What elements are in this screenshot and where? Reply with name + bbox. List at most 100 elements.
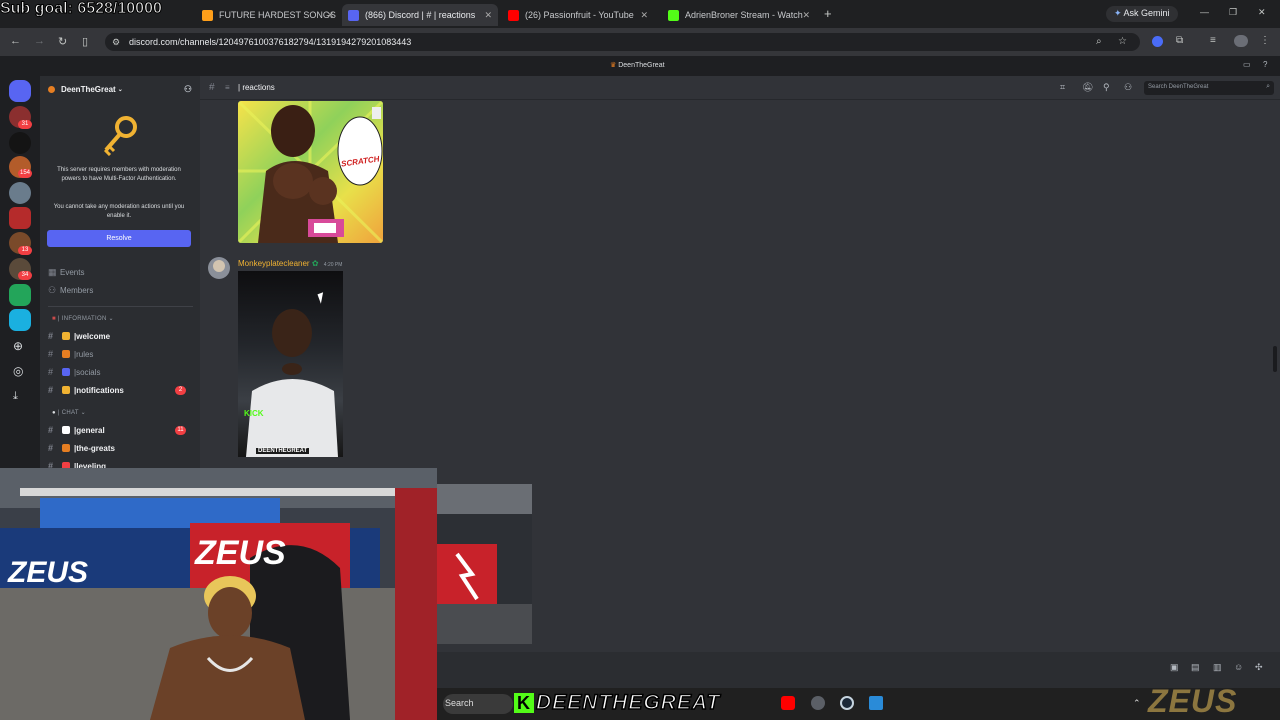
close-icon[interactable]: ✕ [802,10,810,21]
close-icon[interactable]: ✕ [484,10,492,21]
gif-icon[interactable]: ▤ [1191,662,1200,673]
site-info-icon[interactable]: ⚙ [112,37,120,48]
discover-icon[interactable]: ◎ [13,364,23,378]
webcam-scene [0,468,437,720]
profile-avatar[interactable] [1234,35,1248,47]
server-icon[interactable] [9,309,31,331]
chevron-down-icon: ⌄ [117,86,123,93]
app-taskbar-icon[interactable] [811,696,825,710]
channel-emoji-icon [62,350,70,358]
tab-future-hardest-songs[interactable]: FUTURE HARDEST SONGS ✕ [196,4,340,26]
add-server-icon[interactable]: ⊕ [13,339,23,353]
server-list: 31 154 13 34 ⊕ ◎ ⤓ [0,76,40,476]
sidebar-item-events[interactable]: ▦ Events [48,267,196,278]
sticker-icon[interactable]: ▥ [1213,662,1222,673]
sidebar-icon[interactable]: ▯ [82,35,88,48]
discord-title-bar: ♛ DeenTheGreat ▭ ? [0,56,1280,76]
apps-icon[interactable]: ✣ [1255,662,1263,673]
gift-icon[interactable]: ▣ [1170,662,1179,673]
tab-label: (26) Passionfruit - YouTube [525,10,634,20]
channel-the-greats[interactable]: # | the-greats [48,443,196,453]
unread-badge: 2 [175,385,186,395]
zeus-watermark: ZEUS [1148,683,1238,719]
search-input[interactable]: Search DeenTheGreat ⌕ [1144,81,1274,95]
channel-socials[interactable]: # | socials [48,367,196,377]
message-author[interactable]: Monkeyplatecleaner ✿ 4:20 PM [238,259,342,268]
webcam-side-scene [437,484,532,644]
media-controls-icon[interactable]: ≡ [1210,35,1216,46]
mute-bell-icon[interactable]: 🔕︎ [1082,82,1093,93]
mfa-subnotice: You cannot take any moderation actions u… [53,204,185,219]
emoji-icon[interactable]: ☺ [1234,662,1243,672]
reload-icon[interactable]: ↻ [58,35,67,48]
url-text[interactable]: discord.com/channels/1204976100376182794… [129,37,411,47]
tab-discord-reactions[interactable]: (866) Discord | # | reactions ✕ [342,4,498,26]
maximize-button[interactable]: ❐ [1229,7,1237,18]
avatar[interactable] [208,257,230,279]
scrollbar-thumb[interactable] [1273,346,1277,372]
divider [48,306,193,307]
help-icon[interactable]: ? [1263,60,1267,69]
browser-tab-bar: FUTURE HARDEST SONGS ✕ (866) Discord | #… [0,0,1280,28]
calendar-icon: ▦ [48,267,57,277]
threads-button-icon[interactable]: ⌗ [1060,82,1065,93]
new-tab-button[interactable]: + [824,6,832,21]
comic-image-attachment[interactable]: SCRATCH [238,101,383,243]
member-list-icon[interactable]: ⚇ [1124,82,1132,93]
pin-icon[interactable]: ⚲ [1103,82,1110,93]
server-icon[interactable] [9,182,31,204]
sidebar-item-members[interactable]: ⚇ Members [48,285,196,296]
tab-adrienbroner-stream[interactable]: AdrienBroner Stream - Watch ✕ [662,4,816,26]
zoom-icon[interactable]: ⌕ [1096,36,1102,47]
kebab-menu-icon[interactable]: ⋮ [1260,35,1270,46]
category-chat[interactable]: ● | CHAT ⌄ [52,409,86,416]
channel-notifications[interactable]: # | notifications 2 [48,385,196,395]
tab-passionfruit-youtube[interactable]: (26) Passionfruit - YouTube ✕ [502,4,654,26]
server-header[interactable]: DeenTheGreat ⌄ ⚇ [48,82,196,96]
youtube-taskbar-icon[interactable] [781,696,795,710]
forward-icon[interactable]: → [34,35,45,47]
server-icon[interactable] [9,207,31,229]
hash-icon: # [48,443,54,453]
add-member-icon[interactable]: ⚇ [184,84,192,95]
ask-gemini-button[interactable]: ✦ Ask Gemini [1106,6,1178,22]
photos-taskbar-icon[interactable] [869,696,883,710]
server-icon[interactable] [9,284,31,306]
mention-badge: 34 [18,271,32,280]
channel-rules[interactable]: # | rules [48,349,196,359]
extensions-puzzle-icon[interactable]: ⧉ [1176,35,1183,46]
mention-badge: 154 [18,169,32,178]
mention-badge: 31 [18,120,32,129]
hash-icon: # [48,331,54,341]
kick-logo: KICK [244,409,264,418]
close-icon[interactable]: ✕ [640,10,648,21]
home-icon[interactable] [9,80,31,102]
hash-icon: # [209,82,215,93]
close-icon[interactable]: ✕ [326,10,334,21]
channel-general[interactable]: # | general 11 [48,425,196,435]
zeus-banner-text: ZEUS [195,534,286,572]
video-attachment[interactable]: KICK DEENTHEGREAT [238,271,343,457]
minimize-button[interactable]: — [1200,7,1209,17]
tab-favicon [668,9,679,21]
server-dot-icon [48,85,55,93]
chevron-up-icon[interactable]: ⌃ [1133,698,1141,709]
tab-favicon [348,9,359,21]
server-icon[interactable] [9,132,31,154]
steam-taskbar-icon[interactable] [840,696,854,710]
category-information[interactable]: ■ | INFORMATION ⌄ [52,315,114,322]
hash-icon: # [48,385,54,395]
download-icon[interactable]: ⤓ [13,390,18,403]
back-icon[interactable]: ← [10,35,21,47]
streamer-brand-overlay: K DEENTHEGREAT [514,690,766,716]
channel-welcome[interactable]: # | welcome [48,331,196,341]
taskbar-search-input[interactable]: Search [443,694,513,714]
role-icon: ✿ [311,259,319,268]
bookmark-star-icon[interactable]: ☆ [1118,36,1127,47]
inbox-icon[interactable]: ▭ [1243,60,1251,69]
taskbar-search-label: Search [445,698,474,708]
close-window-button[interactable]: ✕ [1258,7,1266,18]
key-icon [100,114,140,157]
extension-icon[interactable] [1152,36,1163,47]
resolve-button[interactable]: Resolve [47,230,191,247]
